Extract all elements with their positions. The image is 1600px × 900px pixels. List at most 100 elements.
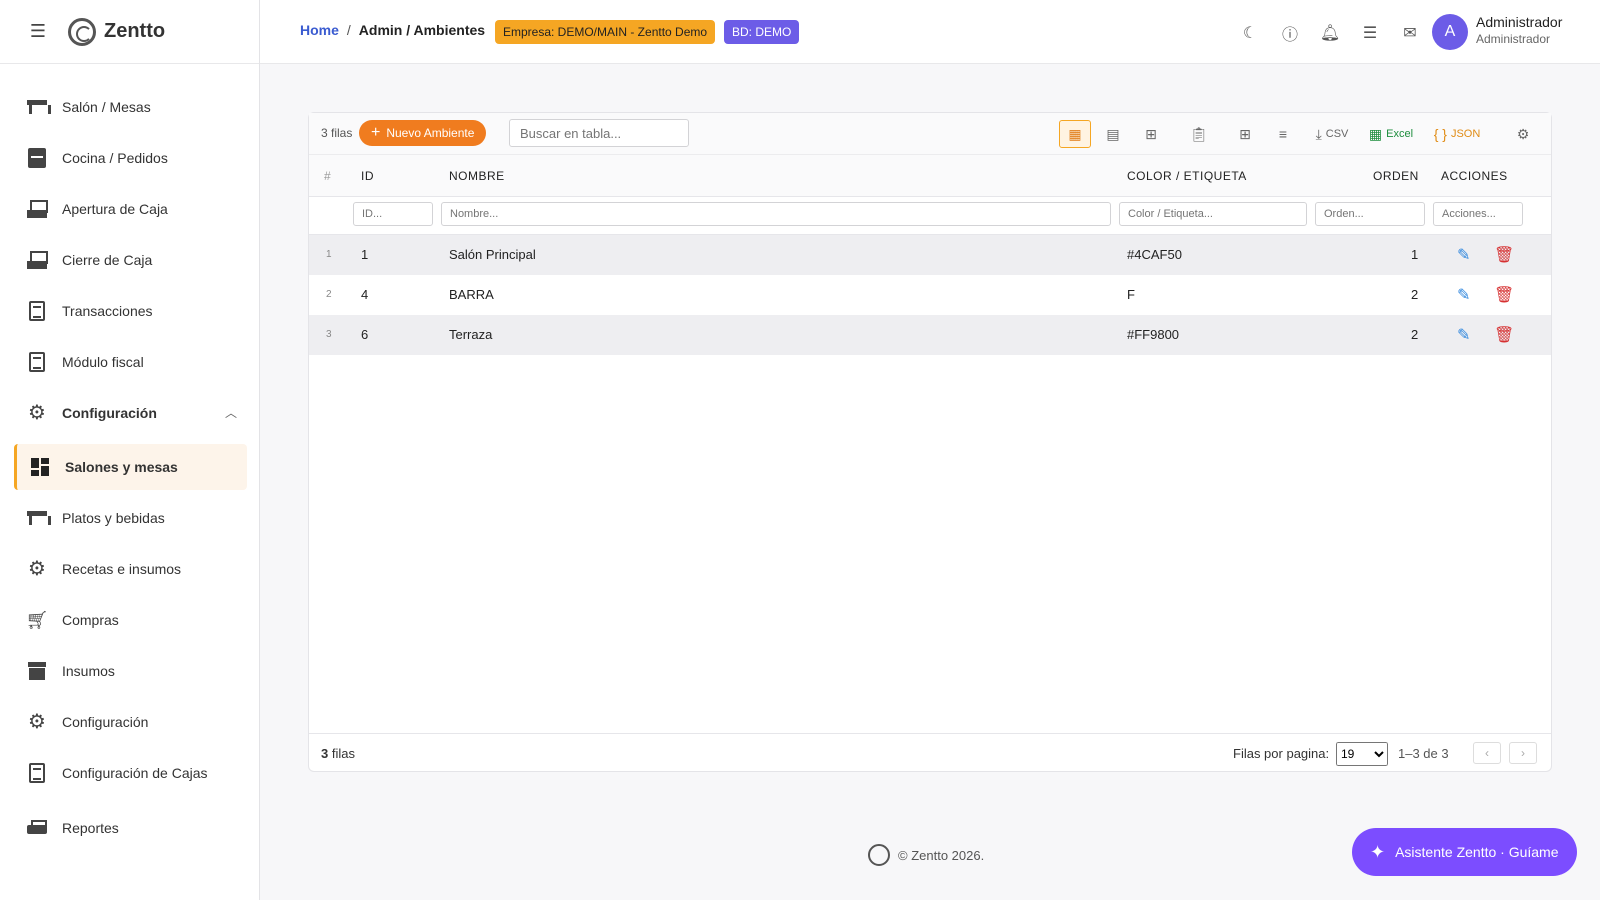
sidebar-item-label: Módulo fiscal bbox=[62, 354, 144, 370]
edit-icon[interactable]: ✎ bbox=[1457, 245, 1470, 265]
assistant-button[interactable]: ✦ Asistente Zentto · Guíame bbox=[1352, 828, 1577, 876]
sidebar-item-modulo-fiscal[interactable]: Módulo fiscal bbox=[14, 339, 247, 385]
sidebar-item-reportes[interactable]: Reportes bbox=[14, 805, 247, 851]
dashboard-icon bbox=[29, 456, 51, 478]
sidebar-item-configuracion[interactable]: ⚙ Configuración bbox=[14, 699, 247, 745]
table-search-input[interactable] bbox=[509, 119, 689, 147]
columns-icon[interactable]: ⊞ bbox=[1229, 120, 1261, 148]
avatar[interactable]: A bbox=[1432, 14, 1468, 50]
table-icon bbox=[26, 96, 51, 118]
sidebar-item-label: Recetas e insumos bbox=[62, 561, 182, 577]
user-info[interactable]: Administrador Administrador bbox=[1476, 14, 1562, 48]
total-rows: 3 filas bbox=[321, 746, 355, 761]
table-row[interactable]: 1 1 Salón Principal #4CAF50 1 ✎ 🗑︎ bbox=[309, 235, 1551, 275]
row-number: 3 bbox=[326, 329, 332, 340]
sidebar-item-recetas-insumos[interactable]: ⚙ Recetas e insumos bbox=[14, 546, 247, 592]
user-role: Administrador bbox=[1476, 32, 1551, 46]
sidebar-item-apertura-caja[interactable]: Apertura de Caja bbox=[14, 186, 247, 232]
list-icon[interactable]: ☰ bbox=[1350, 22, 1390, 44]
col-header-id[interactable]: ID bbox=[361, 169, 374, 183]
breadcrumb-home-link[interactable]: Home bbox=[300, 22, 339, 38]
data-grid-card: 3 filas + Nuevo Ambiente ▦ ▤ ⊞ 📋︎ ⊞ ≡ ⤓C… bbox=[308, 112, 1552, 772]
top-header: Home / Admin / Ambientes Empresa: DEMO/M… bbox=[260, 0, 1600, 64]
rows-per-page-select[interactable]: 19 bbox=[1336, 742, 1388, 766]
grid-view-icon[interactable]: ⊞ bbox=[1135, 120, 1167, 148]
cell-nombre: Salón Principal bbox=[449, 247, 536, 262]
assistant-label: Asistente Zentto · Guíame bbox=[1395, 844, 1559, 860]
filter-orden-input[interactable] bbox=[1315, 202, 1425, 226]
menu-collapse-icon[interactable]: ☰ bbox=[28, 21, 48, 42]
sidebar-item-label: Configuración bbox=[62, 714, 149, 730]
gear-icon: ⚙ bbox=[28, 558, 46, 580]
clipboard-icon[interactable]: 📋︎ bbox=[1183, 120, 1215, 148]
table-row[interactable]: 2 4 BARRA F 2 ✎ 🗑︎ bbox=[309, 275, 1551, 315]
settings-gear-icon[interactable]: ⚙ bbox=[1507, 120, 1539, 148]
excel-label: Excel bbox=[1386, 128, 1414, 140]
table-icon bbox=[26, 507, 51, 529]
table-view-icon[interactable]: ▦ bbox=[1059, 120, 1091, 148]
sidebar-item-label: Cocina / Pedidos bbox=[62, 150, 168, 166]
trash-icon[interactable]: 🗑︎ bbox=[1494, 245, 1514, 265]
edit-icon[interactable]: ✎ bbox=[1457, 285, 1470, 305]
cell-color: #4CAF50 bbox=[1127, 247, 1182, 262]
sidebar-group-configuracion[interactable]: ⚙ Configuración ︿ bbox=[14, 390, 247, 436]
sidebar-item-cierre-caja[interactable]: Cierre de Caja bbox=[14, 237, 247, 283]
list-view-icon[interactable]: ▤ bbox=[1097, 120, 1129, 148]
prev-page-button[interactable]: ‹ bbox=[1473, 742, 1501, 764]
export-json-button[interactable]: { } JSON bbox=[1431, 120, 1483, 148]
export-csv-button[interactable]: ⤓ CSV bbox=[1309, 120, 1355, 148]
export-excel-button[interactable]: ▦ Excel bbox=[1365, 120, 1417, 148]
sidebar-item-compras[interactable]: 🛒︎ Compras bbox=[14, 597, 247, 643]
filter-row bbox=[309, 197, 1551, 235]
trash-icon[interactable]: 🗑︎ bbox=[1494, 325, 1514, 345]
edit-icon[interactable]: ✎ bbox=[1457, 325, 1470, 345]
receipt-icon bbox=[26, 300, 48, 322]
sidebar-item-label: Salón / Mesas bbox=[62, 99, 151, 115]
receipt-icon bbox=[26, 762, 48, 784]
copyright-text: © Zentto 2026. bbox=[898, 847, 985, 863]
database-badge[interactable]: BD: DEMO bbox=[724, 20, 800, 44]
col-header-orden[interactable]: ORDEN bbox=[1373, 169, 1419, 183]
sidebar-item-cocina-pedidos[interactable]: Cocina / Pedidos bbox=[14, 135, 247, 181]
filter-nombre-input[interactable] bbox=[441, 202, 1111, 226]
new-ambiente-button[interactable]: + Nuevo Ambiente bbox=[359, 120, 487, 146]
mail-icon[interactable]: ✉ bbox=[1390, 22, 1430, 44]
sidebar-item-label: Compras bbox=[62, 612, 119, 628]
col-header-color[interactable]: COLOR / ETIQUETA bbox=[1127, 169, 1247, 183]
sidebar-item-label: Reportes bbox=[62, 820, 119, 836]
table-row[interactable]: 3 6 Terraza #FF9800 2 ✎ 🗑︎ bbox=[309, 315, 1551, 355]
trash-icon[interactable]: 🗑︎ bbox=[1494, 285, 1514, 305]
total-rows-suffix: filas bbox=[331, 746, 355, 761]
dark-mode-icon[interactable]: ☾ bbox=[1230, 22, 1270, 44]
sidebar-item-transacciones[interactable]: Transacciones bbox=[14, 288, 247, 334]
chevron-up-icon[interactable]: ︿ bbox=[225, 404, 237, 421]
csv-label: CSV bbox=[1325, 128, 1349, 140]
cell-id: 4 bbox=[361, 287, 369, 302]
help-icon[interactable]: ⓘ bbox=[1270, 22, 1310, 44]
logo[interactable]: Zentto bbox=[68, 17, 165, 46]
cash-register-icon bbox=[26, 249, 48, 271]
filter-color-input[interactable] bbox=[1119, 202, 1307, 226]
logo-icon bbox=[68, 17, 96, 46]
company-badge[interactable]: Empresa: DEMO/MAIN - Zentto Demo bbox=[495, 20, 716, 44]
filter-id-input[interactable] bbox=[353, 202, 433, 226]
printer-icon bbox=[26, 817, 48, 839]
next-page-button[interactable]: › bbox=[1509, 742, 1537, 764]
sidebar-item-salon-mesas[interactable]: Salón / Mesas bbox=[14, 84, 247, 130]
logo-icon bbox=[868, 844, 890, 866]
col-header-nombre[interactable]: NOMBRE bbox=[449, 169, 505, 183]
breadcrumb-current: Admin / Ambientes bbox=[358, 22, 486, 38]
sidebar-item-insumos[interactable]: Insumos bbox=[14, 648, 247, 694]
sidebar-item-platos-bebidas[interactable]: Platos y bebidas bbox=[14, 495, 247, 541]
sidebar-item-label: Configuración bbox=[62, 405, 157, 421]
cell-orden: 1 bbox=[1411, 247, 1419, 262]
sidebar-item-salones-mesas[interactable]: Salones y mesas bbox=[14, 444, 247, 490]
sidebar-item-label: Platos y bebidas bbox=[62, 510, 165, 526]
kitchen-icon bbox=[26, 147, 48, 169]
excel-icon: ▦ bbox=[1368, 125, 1383, 142]
filter-acciones-input[interactable] bbox=[1433, 202, 1523, 226]
sidebar-item-configuracion-cajas[interactable]: Configuración de Cajas bbox=[14, 750, 247, 796]
density-icon[interactable]: ≡ bbox=[1267, 120, 1299, 148]
cash-register-icon bbox=[26, 198, 48, 220]
bell-icon[interactable]: 🔔︎ bbox=[1310, 22, 1350, 44]
